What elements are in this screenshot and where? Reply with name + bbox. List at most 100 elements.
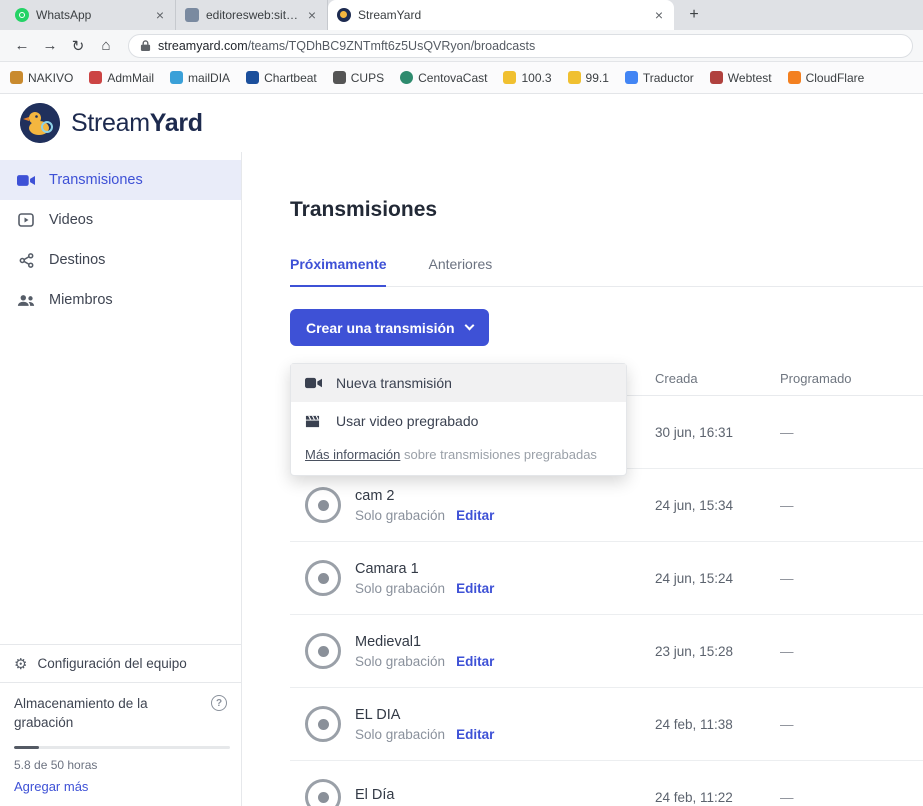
- home-button[interactable]: ⌂: [94, 34, 118, 58]
- forward-button[interactable]: →: [38, 34, 62, 58]
- sidebar-bottom-section: ⚙ Configuración del equipo Almacenamient…: [0, 644, 241, 806]
- video-library-icon: [16, 212, 36, 228]
- share-icon: [16, 253, 36, 268]
- scheduled-at: —: [780, 790, 923, 805]
- url-domain: streamyard.com: [158, 39, 248, 53]
- create-broadcast-label: Crear una transmisión: [306, 320, 455, 336]
- menu-item-video-pregrabado[interactable]: Usar video pregrabado: [291, 402, 626, 440]
- browser-toolbar: ← → ↻ ⌂ streamyard.com/teams/TQDhBC9ZNTm…: [0, 30, 923, 62]
- app-header: StreamYard: [0, 94, 923, 152]
- close-tab-icon[interactable]: ×: [306, 8, 318, 22]
- tab-anteriores[interactable]: Anteriores: [428, 256, 492, 286]
- tab-title: StreamYard: [358, 8, 646, 22]
- edit-link[interactable]: Editar: [456, 581, 494, 596]
- new-tab-button[interactable]: +: [682, 3, 706, 27]
- close-tab-icon[interactable]: ×: [154, 8, 166, 22]
- record-icon: [305, 487, 341, 523]
- lightning-icon: [503, 71, 516, 84]
- create-broadcast-button[interactable]: Crear una transmisión: [290, 309, 489, 346]
- menu-item-nueva-transmision[interactable]: Nueva transmisión: [291, 364, 626, 402]
- menu-item-label: Nueva transmisión: [336, 375, 452, 391]
- scheduled-at: —: [780, 571, 923, 586]
- eldia-favicon-icon: [185, 8, 199, 22]
- broadcast-tabs: Próximamente Anteriores: [290, 256, 923, 287]
- edit-link[interactable]: Editar: [456, 654, 494, 669]
- table-row[interactable]: El Día 24 feb, 11:22 —: [290, 761, 923, 806]
- bookmark-favicon-icon: [400, 71, 413, 84]
- bookmarks-bar: NAKIVO AdmMail mailDIA Chartbeat CUPS Ce…: [0, 62, 923, 94]
- sidebar-item-miembros[interactable]: Miembros: [0, 280, 241, 320]
- browser-window: WhatsApp × editoresweb:sitioweb:eldia.co…: [0, 0, 923, 806]
- team-settings-button[interactable]: ⚙ Configuración del equipo: [0, 644, 241, 682]
- lightning-icon: [568, 71, 581, 84]
- browser-tab-whatsapp[interactable]: WhatsApp ×: [6, 0, 176, 30]
- storage-label: Almacenamiento de la grabación: [14, 695, 182, 733]
- sidebar-item-destinos[interactable]: Destinos: [0, 240, 241, 280]
- bookmark-label: AdmMail: [107, 71, 154, 85]
- broadcast-type: Solo grabación: [355, 581, 445, 596]
- sidebar-item-videos[interactable]: Videos: [0, 200, 241, 240]
- add-more-link[interactable]: Agregar más: [14, 779, 88, 794]
- bookmark-cloudflare[interactable]: CloudFlare: [788, 71, 865, 85]
- team-settings-label: Configuración del equipo: [37, 656, 186, 671]
- create-broadcast-dropdown: Nueva transmisión Usar video pregrabado …: [290, 363, 627, 476]
- page-title: Transmisiones: [290, 198, 923, 222]
- browser-tab-strip: WhatsApp × editoresweb:sitioweb:eldia.co…: [0, 0, 923, 30]
- tab-title: editoresweb:sitioweb:eldia.co: [206, 8, 299, 22]
- dropdown-info-text: Más información sobre transmisiones preg…: [291, 440, 626, 475]
- browser-tab-eldia[interactable]: editoresweb:sitioweb:eldia.co ×: [176, 0, 328, 30]
- bookmark-chartbeat[interactable]: Chartbeat: [246, 71, 317, 85]
- bookmark-label: CloudFlare: [806, 71, 865, 85]
- reload-button[interactable]: ↻: [66, 34, 90, 58]
- table-row[interactable]: Medieval1 Solo grabaciónEditar 23 jun, 1…: [290, 615, 923, 688]
- created-at: 23 jun, 15:28: [655, 644, 780, 659]
- url-path: /teams/TQDhBC9ZNTmft6z5UsQVRyon/broadcas…: [248, 39, 536, 53]
- created-at: 24 feb, 11:38: [655, 717, 780, 732]
- table-row[interactable]: EL DIA Solo grabaciónEditar 24 feb, 11:3…: [290, 688, 923, 761]
- people-icon: [16, 294, 36, 307]
- bookmark-label: Chartbeat: [264, 71, 317, 85]
- storage-progress-fill: [14, 746, 39, 749]
- bookmark-favicon-icon: [89, 71, 102, 84]
- bookmark-maildia[interactable]: mailDIA: [170, 71, 230, 85]
- clapperboard-icon: [305, 414, 323, 429]
- bookmark-label: mailDIA: [188, 71, 230, 85]
- bookmark-centovacast[interactable]: CentovaCast: [400, 71, 487, 85]
- sidebar-item-label: Videos: [49, 212, 93, 228]
- bookmark-label: Traductor: [643, 71, 694, 85]
- bookmark-100-3[interactable]: 100.3: [503, 71, 551, 85]
- gear-icon: ⚙: [14, 655, 27, 673]
- bookmark-99-1[interactable]: 99.1: [568, 71, 609, 85]
- edit-link[interactable]: Editar: [456, 508, 494, 523]
- cloud-icon: [788, 71, 801, 84]
- bookmark-nakivo[interactable]: NAKIVO: [10, 71, 73, 85]
- address-bar[interactable]: streamyard.com/teams/TQDhBC9ZNTmft6z5UsQ…: [128, 34, 913, 58]
- bookmark-traductor[interactable]: Traductor: [625, 71, 694, 85]
- scheduled-at: —: [780, 425, 923, 440]
- table-row[interactable]: Camara 1 Solo grabaciónEditar 24 jun, 15…: [290, 542, 923, 615]
- created-at: 24 jun, 15:34: [655, 498, 780, 513]
- more-info-link[interactable]: Más información: [305, 447, 400, 462]
- table-row[interactable]: cam 2 Solo grabaciónEditar 24 jun, 15:34…: [290, 469, 923, 542]
- broadcast-name: cam 2: [355, 488, 494, 504]
- tab-proximamente[interactable]: Próximamente: [290, 256, 386, 287]
- column-header-created: Creada: [655, 371, 780, 386]
- browser-tab-streamyard[interactable]: StreamYard ×: [328, 0, 674, 30]
- sidebar-item-label: Miembros: [49, 292, 113, 308]
- bookmark-favicon-icon: [246, 71, 259, 84]
- sidebar-item-transmisiones[interactable]: Transmisiones: [0, 160, 241, 200]
- broadcast-name: EL DIA: [355, 707, 494, 723]
- bookmark-admmail[interactable]: AdmMail: [89, 71, 154, 85]
- broadcast-type: Solo grabación: [355, 654, 445, 669]
- scheduled-at: —: [780, 498, 923, 513]
- bookmark-webtest[interactable]: Webtest: [710, 71, 772, 85]
- back-button[interactable]: ←: [10, 34, 34, 58]
- record-icon: [305, 706, 341, 742]
- help-icon[interactable]: ?: [211, 695, 227, 711]
- bookmark-cups[interactable]: CUPS: [333, 71, 384, 85]
- close-tab-icon[interactable]: ×: [653, 8, 665, 22]
- record-icon: [305, 633, 341, 669]
- edit-link[interactable]: Editar: [456, 727, 494, 742]
- created-at: 30 jun, 16:31: [655, 425, 780, 440]
- bookmark-label: CentovaCast: [418, 71, 487, 85]
